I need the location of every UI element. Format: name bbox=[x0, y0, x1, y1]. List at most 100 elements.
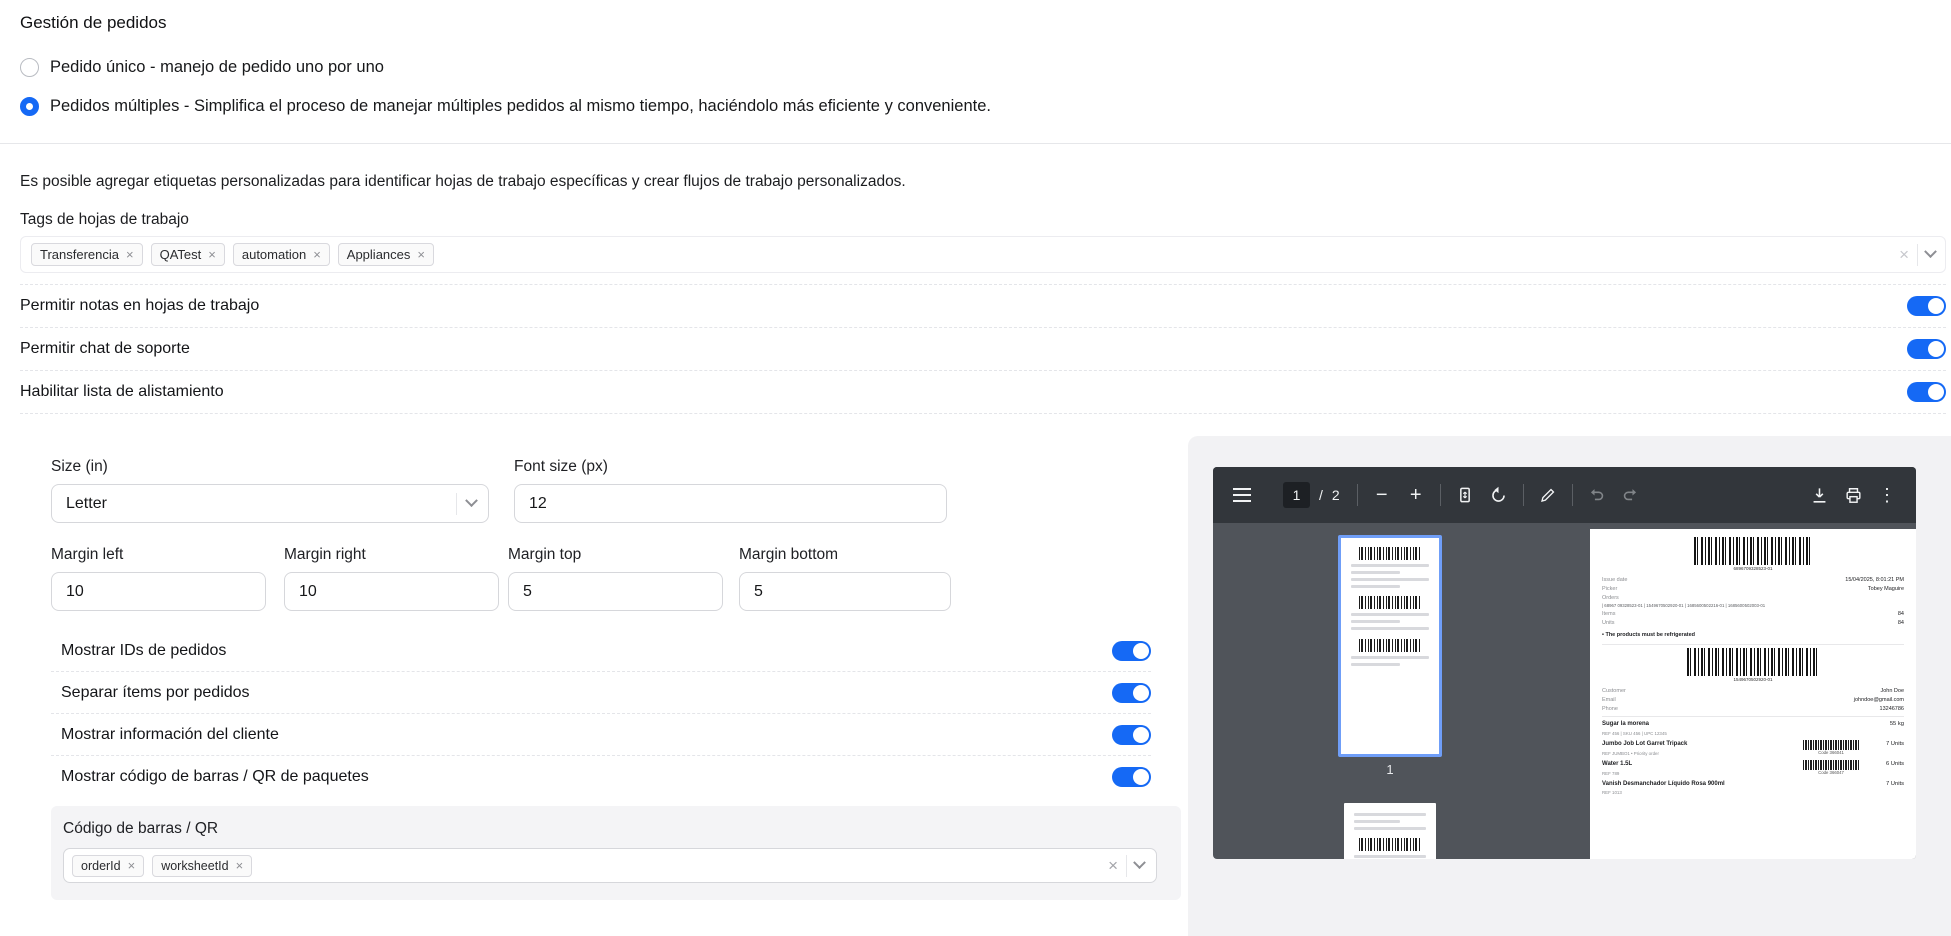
doc-item-code: Code 366041 bbox=[1792, 750, 1870, 757]
rotate-icon[interactable] bbox=[1482, 478, 1516, 512]
doc-meta-label: Customer bbox=[1602, 687, 1626, 696]
toggle-knob bbox=[1928, 384, 1944, 400]
pdf-page-view[interactable]: 6896709328523-01 Issue date15/04/2025, 8… bbox=[1590, 529, 1916, 859]
tag-chip[interactable]: QATest × bbox=[151, 243, 225, 266]
more-options-icon[interactable]: ⋮ bbox=[1870, 478, 1904, 512]
toolbar-divider bbox=[1572, 484, 1573, 506]
worksheet-preview-panel: 1 / 2 − + bbox=[1188, 436, 1951, 936]
show-customer-info-toggle[interactable] bbox=[1112, 725, 1151, 745]
doc-meta-value: John Doe bbox=[1880, 687, 1904, 696]
current-page-input[interactable]: 1 bbox=[1283, 482, 1310, 508]
package-barcode-toggle[interactable] bbox=[1112, 767, 1151, 787]
radio-multiple-orders[interactable]: Pedidos múltiples - Simplifica el proces… bbox=[20, 97, 991, 116]
tag-chip[interactable]: Transferencia × bbox=[31, 243, 143, 266]
zoom-in-icon[interactable]: + bbox=[1399, 478, 1433, 512]
total-pages: 2 bbox=[1332, 487, 1340, 503]
barcode-graphic bbox=[1803, 760, 1859, 770]
chevron-down-icon[interactable] bbox=[465, 494, 478, 507]
toggle-row-customer-info: Mostrar información del cliente bbox=[51, 714, 1151, 756]
doc-item-row: Jumbo Job Lot Garret Tripack REF JUMBO1 … bbox=[1602, 740, 1904, 757]
doc-meta-value: johndoe@gmail.com bbox=[1854, 696, 1904, 705]
toggle-row-split-items: Separar ítems por pedidos bbox=[51, 672, 1151, 714]
barcode-fields-select[interactable]: orderId × worksheetId × × bbox=[63, 848, 1157, 883]
doc-item-qty: 55 kg bbox=[1870, 720, 1904, 729]
doc-item-row: Vanish Desmanchador Líquido Rosa 900ml R… bbox=[1602, 780, 1904, 797]
tag-chip[interactable]: worksheetId × bbox=[152, 855, 252, 877]
doc-item-sub: REF 789 bbox=[1602, 770, 1792, 777]
redo-icon[interactable] bbox=[1614, 478, 1648, 512]
worksheet-tags-select[interactable]: Transferencia × QATest × automation × Ap… bbox=[20, 236, 1946, 273]
menu-icon[interactable] bbox=[1225, 478, 1259, 512]
remove-tag-icon[interactable]: × bbox=[126, 248, 134, 261]
margin-left-input[interactable] bbox=[51, 572, 266, 611]
radio-unchecked-icon[interactable] bbox=[20, 58, 39, 77]
chevron-down-icon[interactable] bbox=[1133, 856, 1146, 869]
doc-meta-label: Items bbox=[1602, 610, 1615, 619]
worksheet-document: 6896709328523-01 Issue date15/04/2025, 8… bbox=[1590, 529, 1916, 859]
barcode-graphic bbox=[1359, 596, 1421, 609]
doc-meta-value: 84 bbox=[1898, 610, 1904, 619]
remove-tag-icon[interactable]: × bbox=[128, 859, 136, 872]
support-chat-toggle[interactable] bbox=[1907, 339, 1946, 359]
tags-description: Es posible agregar etiquetas personaliza… bbox=[20, 173, 906, 191]
notes-toggle[interactable] bbox=[1907, 296, 1946, 316]
pdf-body[interactable]: 1 6896709328523-01 Issue date15/04/2025,… bbox=[1213, 523, 1916, 859]
margin-top-input[interactable] bbox=[508, 572, 723, 611]
zoom-out-icon[interactable]: − bbox=[1365, 478, 1399, 512]
chevron-down-icon[interactable] bbox=[1924, 245, 1937, 258]
fit-page-icon[interactable] bbox=[1448, 478, 1482, 512]
remove-tag-icon[interactable]: × bbox=[236, 859, 244, 872]
tag-chip-label: Transferencia bbox=[40, 247, 119, 262]
toggle-row-package-barcode: Mostrar código de barras / QR de paquete… bbox=[51, 756, 1151, 798]
radio-checked-icon[interactable] bbox=[20, 97, 39, 116]
thumbnail-page-number: 1 bbox=[1338, 762, 1442, 777]
radio-single-order[interactable]: Pedido único - manejo de pedido uno por … bbox=[20, 58, 384, 77]
doc-meta-label: Units bbox=[1602, 619, 1615, 628]
tag-chip-label: QATest bbox=[160, 247, 202, 262]
undo-icon[interactable] bbox=[1580, 478, 1614, 512]
remove-tag-icon[interactable]: × bbox=[208, 248, 216, 261]
doc-meta-value: 15/04/2025, 8:01:21 PM bbox=[1845, 576, 1904, 585]
annotate-pen-icon[interactable] bbox=[1531, 478, 1565, 512]
doc-item-name: Sugar la morena bbox=[1602, 720, 1792, 730]
pdf-viewer: 1 / 2 − + bbox=[1213, 467, 1916, 859]
tag-chip[interactable]: Appliances × bbox=[338, 243, 434, 266]
tag-chip[interactable]: automation × bbox=[233, 243, 330, 266]
select-divider bbox=[1917, 244, 1918, 266]
print-icon[interactable] bbox=[1836, 478, 1870, 512]
page-1-thumbnail[interactable] bbox=[1338, 535, 1442, 757]
pdf-toolbar: 1 / 2 − + bbox=[1213, 467, 1916, 523]
show-order-ids-toggle[interactable] bbox=[1112, 641, 1151, 661]
page-2-thumbnail[interactable] bbox=[1344, 803, 1436, 859]
toggle-row-notes: Permitir notas en hojas de trabajo bbox=[20, 285, 1946, 328]
toolbar-divider bbox=[1440, 484, 1441, 506]
doc-item-code: Code 366047 bbox=[1792, 770, 1870, 777]
remove-tag-icon[interactable]: × bbox=[313, 248, 321, 261]
barcode-graphic bbox=[1803, 740, 1859, 750]
barcode-graphic bbox=[1359, 838, 1421, 851]
margin-right-input[interactable] bbox=[284, 572, 499, 611]
remove-tag-icon[interactable]: × bbox=[417, 248, 425, 261]
doc-item-sub: REF 456 | SKU 456 | UPC 12345 bbox=[1602, 730, 1792, 737]
doc-item-qty: 7 Units bbox=[1870, 740, 1904, 749]
toggle-label: Permitir chat de soporte bbox=[20, 340, 190, 358]
toggle-label: Separar ítems por pedidos bbox=[61, 684, 250, 702]
font-size-input[interactable] bbox=[514, 484, 947, 523]
doc-meta-value: Tobey Maguire bbox=[1868, 585, 1904, 594]
barcode-qr-section: Código de barras / QR orderId × workshee… bbox=[51, 806, 1181, 900]
download-icon[interactable] bbox=[1802, 478, 1836, 512]
margin-top-label: Margin top bbox=[508, 546, 581, 564]
picking-list-toggle[interactable] bbox=[1907, 382, 1946, 402]
page-separator: / bbox=[1319, 487, 1323, 503]
size-select[interactable]: Letter bbox=[51, 484, 489, 523]
display-toggle-list: Mostrar IDs de pedidos Separar ítems por… bbox=[51, 630, 1151, 798]
margin-bottom-input[interactable] bbox=[739, 572, 951, 611]
clear-tags-icon[interactable]: × bbox=[1899, 246, 1909, 263]
clear-tags-icon[interactable]: × bbox=[1108, 857, 1118, 874]
doc-item-sub: REF JUMBO1 • Priority order bbox=[1602, 750, 1792, 757]
split-items-toggle[interactable] bbox=[1112, 683, 1151, 703]
margin-right-label: Margin right bbox=[284, 546, 366, 564]
page-indicator: 1 / 2 bbox=[1283, 482, 1340, 508]
toggle-knob bbox=[1133, 643, 1149, 659]
tag-chip[interactable]: orderId × bbox=[72, 855, 144, 877]
